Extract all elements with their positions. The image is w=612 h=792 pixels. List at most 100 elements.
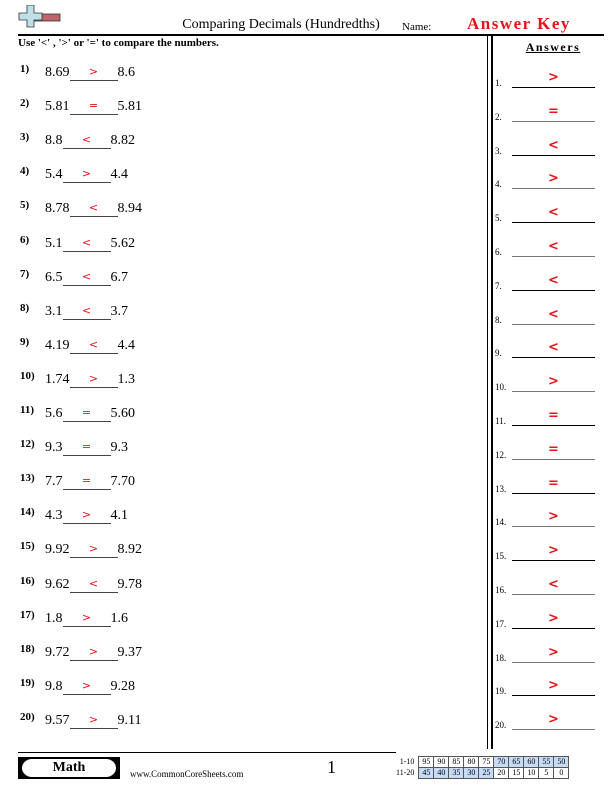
answer-line [512,289,595,291]
answer-line [512,627,595,629]
left-number: 5.1 [45,235,63,251]
right-number: 5.60 [110,406,136,421]
left-number: 8.78 [45,201,70,217]
answer-line [512,526,595,528]
answer-key-item: 2. = [495,104,610,124]
right-number: 9.78 [117,576,143,592]
answer-line [512,323,595,325]
website-link[interactable]: www.CommonCoreSheets.com [130,769,243,779]
right-number: 4.1 [110,508,129,524]
answer-blank[interactable]: = [62,406,111,422]
answer-value: > [548,543,559,559]
answer-blank[interactable]: < [62,133,111,150]
left-number: 9.8 [45,678,63,694]
answer-number: 17. [495,618,507,629]
right-number: 6.7 [110,269,129,285]
problem-number: 5) [20,199,30,212]
answer-blank[interactable]: > [62,508,111,525]
right-number: 8.82 [110,133,136,149]
problem-number: 16) [20,574,35,587]
answer-number: 10. [495,382,507,393]
answer-column-divider [487,34,493,749]
footer-rule [18,752,396,753]
answer-value: > [548,171,559,187]
answer-blank[interactable]: > [69,542,118,559]
answer-line [512,222,595,224]
answer-number: 8. [495,314,502,325]
left-number: 5.4 [45,167,63,183]
answer-key-item: 12. = [495,441,610,462]
answer-blank[interactable]: < [62,270,111,286]
answer-blank[interactable]: > [69,372,118,388]
answer-value: = [548,408,559,423]
answer-blank[interactable]: < [69,577,118,593]
answer-value: < [548,577,559,592]
answer-number: 1. [495,78,502,88]
answer-blank[interactable]: > [69,65,118,81]
answer-blank[interactable]: > [69,645,118,661]
answer-number: 11. [495,416,506,426]
answer-blank[interactable]: = [62,474,111,491]
answer-value: > [548,610,559,626]
header-rule [18,34,604,36]
answer-line [512,560,595,562]
score-row: 11-20 45 40 35 30 25 20 15 10 5 0 [393,767,570,779]
answer-blank[interactable]: < [69,201,118,218]
answer-line [512,425,595,426]
answer-value: = [548,475,559,491]
answer-number: 4. [495,179,502,190]
answer-value: > [548,644,559,660]
answer-value: > [548,374,559,390]
score-cell: 60 [523,756,540,768]
answer-blank[interactable]: = [69,99,118,116]
answer-key-item: 4. > [495,171,610,191]
answer-value: > [548,712,559,728]
right-number: 9.3 [110,440,129,456]
problem-number: 1) [20,63,30,75]
score-cell: 80 [463,756,480,768]
right-number: 5.62 [110,235,136,251]
answer-value: < [548,137,559,153]
score-cell: 85 [448,756,465,768]
answer-value: = [548,441,559,457]
left-number: 4.3 [45,508,63,524]
answer-blank[interactable]: < [69,338,118,354]
right-number: 3.7 [110,303,129,319]
problem-number: 18) [20,642,35,655]
page-number: 1 [327,757,336,777]
score-cell: 35 [448,767,465,779]
score-cell: 45 [418,767,435,779]
score-cell: 55 [538,756,555,768]
problem-number: 17) [20,608,35,621]
score-cell: 65 [508,756,525,768]
problem-number: 9) [20,335,30,348]
answer-key-item: 16. < [495,577,610,597]
answer-blank[interactable]: > [69,713,118,729]
answer-key-item: 10. > [495,374,610,394]
answer-line [512,87,595,88]
left-number: 9.57 [45,712,70,728]
answer-blank[interactable]: < [62,304,111,320]
answer-blank[interactable]: > [62,167,111,184]
answer-line [512,391,595,393]
right-number: 9.37 [117,644,143,660]
answer-blank[interactable]: > [62,611,111,627]
right-number: 9.28 [110,678,136,694]
left-number: 6.5 [45,269,63,285]
answer-value: < [548,272,559,288]
answer-blank[interactable]: > [62,679,111,695]
answer-line [512,188,595,190]
score-cell: 25 [478,767,495,779]
left-number: 9.3 [45,440,63,456]
score-cell: 95 [418,756,435,768]
problem-number: 19) [20,676,35,689]
answer-value: < [548,205,559,221]
answer-blank[interactable]: = [62,440,111,457]
problem-number: 10) [20,369,35,382]
answer-line [512,729,595,731]
answer-key-item: 7. < [495,272,610,293]
answer-line [512,594,595,595]
right-number: 4.4 [110,167,129,183]
answer-line [512,154,595,156]
answer-blank[interactable]: < [62,236,111,252]
